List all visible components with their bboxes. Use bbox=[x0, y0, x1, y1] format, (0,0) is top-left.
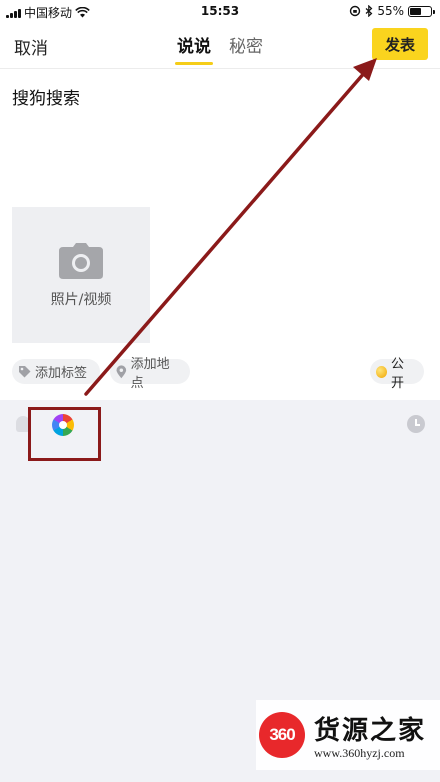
publish-button[interactable]: 发表 bbox=[372, 28, 428, 60]
status-right: 55% bbox=[349, 4, 435, 18]
battery-icon bbox=[408, 5, 435, 17]
battery-fill bbox=[410, 7, 421, 15]
bluetooth-icon bbox=[365, 5, 373, 17]
location-pin-icon bbox=[116, 364, 127, 378]
tab-shuoshuo[interactable]: 说说 bbox=[175, 32, 213, 65]
battery-percent: 55% bbox=[377, 4, 404, 18]
status-bar: 中国移动 15:53 55% bbox=[0, 0, 440, 24]
watermark: 360 货源之家 www.360hyzj.com bbox=[256, 700, 440, 770]
post-text-input[interactable]: 搜狗搜索 bbox=[12, 84, 80, 109]
watermark-logo: 360 bbox=[259, 712, 305, 758]
watermark-name: 货源之家 bbox=[314, 716, 427, 746]
visibility-chip[interactable]: 公开 bbox=[370, 357, 424, 391]
tag-icon bbox=[19, 366, 31, 378]
photo-video-label: 照片/视频 bbox=[50, 292, 112, 308]
globe-icon bbox=[376, 365, 388, 378]
clock-icon[interactable] bbox=[407, 415, 425, 433]
add-photo-video-button[interactable]: 照片/视频 bbox=[12, 207, 150, 343]
nav-bar: 取消 说说 秘密 发表 bbox=[0, 24, 440, 68]
add-tag-label: 添加标签 bbox=[35, 366, 88, 381]
add-tag-chip[interactable]: 添加标签 bbox=[12, 359, 100, 384]
camera-icon bbox=[59, 243, 103, 279]
add-location-chip[interactable]: 添加地点 bbox=[110, 357, 190, 391]
add-location-label: 添加地点 bbox=[130, 356, 170, 391]
visibility-label: 公开 bbox=[391, 356, 405, 391]
watermark-url: www.360hyzj.com bbox=[314, 746, 405, 760]
annotation-highlight-box bbox=[28, 407, 101, 461]
lock-rotation-icon bbox=[350, 5, 361, 17]
tab-secret[interactable]: 秘密 bbox=[229, 32, 263, 63]
nav-divider bbox=[0, 68, 440, 69]
